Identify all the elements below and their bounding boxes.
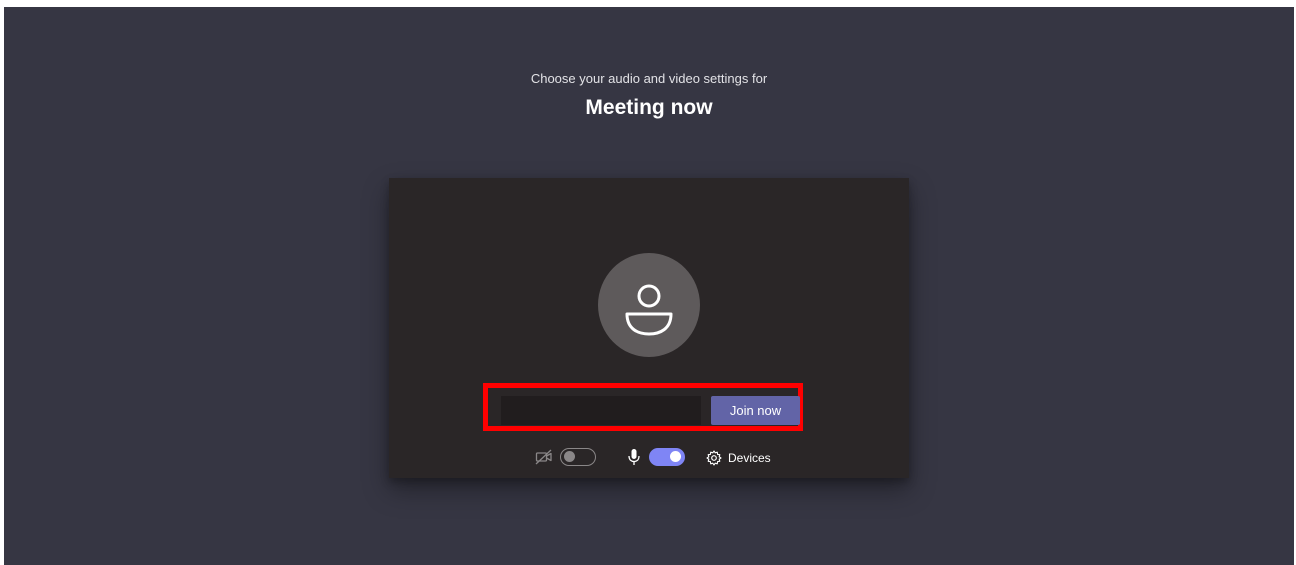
microphone-toggle[interactable] <box>649 448 685 466</box>
avatar <box>598 253 700 357</box>
devices-label: Devices <box>728 451 771 465</box>
person-icon <box>625 284 673 336</box>
camera-off-icon <box>535 449 552 465</box>
video-preview: Join now Devices <box>389 178 909 478</box>
pre-join-screen: Choose your audio and video settings for… <box>4 7 1294 565</box>
camera-toggle[interactable] <box>560 448 596 466</box>
devices-button[interactable]: Devices <box>706 446 771 470</box>
microphone-icon <box>628 449 640 465</box>
meeting-title: Meeting now <box>585 96 713 119</box>
settings-subtitle: Choose your audio and video settings for <box>530 71 768 86</box>
microphone-toggle-knob <box>670 451 681 462</box>
camera-toggle-knob <box>564 451 575 462</box>
device-controls: Devices <box>389 446 909 470</box>
join-now-button[interactable]: Join now <box>711 396 800 425</box>
name-input[interactable] <box>501 396 701 425</box>
gear-icon <box>706 450 722 466</box>
